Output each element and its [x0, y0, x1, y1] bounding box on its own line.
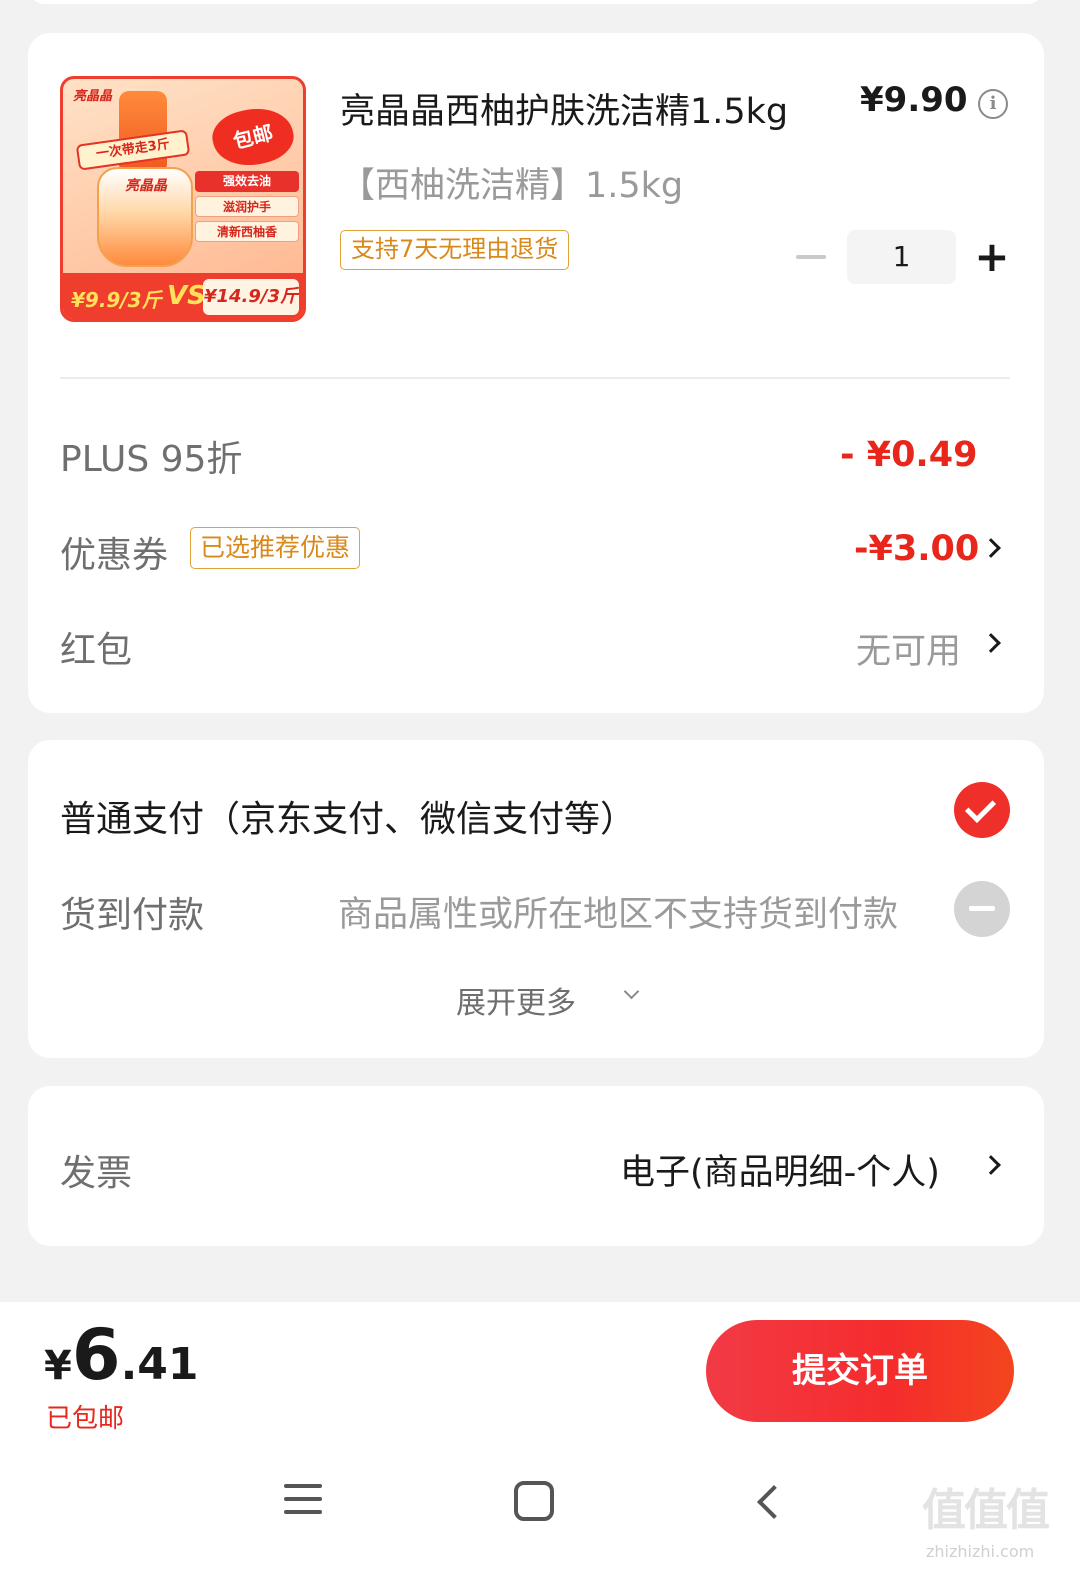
free-shipping-burst: 包邮 [207, 100, 299, 174]
menu-icon[interactable] [284, 1484, 322, 1523]
red-packet-label[interactable]: 红包 [60, 621, 132, 673]
payment-option-normal[interactable]: 普通支付（京东支付、微信支付等） [60, 790, 636, 842]
watermark-logo: 值值值 [922, 1485, 1050, 1536]
image-tag: 滋润护手 [195, 196, 299, 217]
watermark-url: zhizhizhi.com [926, 1542, 1035, 1561]
total-integer: 6 [71, 1314, 121, 1396]
checkout-bar: ¥6.41 已包邮 提交订单 值值值 zhizhizhi.com [0, 1302, 1080, 1581]
image-tag: 清新西柚香 [195, 221, 299, 242]
image-tags: 强效去油 滋润护手 清新西柚香 [195, 171, 299, 246]
product-card: 亮晶晶 亮晶晶 一次带走3斤 包邮 强效去油 滋润护手 清新西柚香 ¥9.9/3… [28, 33, 1044, 713]
quantity-input[interactable]: 1 [847, 230, 956, 284]
red-packet-value[interactable]: 无可用 [856, 623, 961, 674]
divider [60, 377, 1010, 379]
bottle-label-text: 亮晶晶 [125, 178, 167, 194]
invoice-card[interactable]: 发票 电子(商品明细-个人) [28, 1086, 1044, 1246]
image-price-right: ¥14.9/3斤 [203, 279, 299, 315]
currency-symbol: ¥ [44, 1343, 72, 1389]
total-decimal: .41 [120, 1339, 199, 1390]
image-brand-text: 亮晶晶 [73, 89, 113, 104]
disabled-circle-icon [954, 881, 1010, 937]
home-icon[interactable] [514, 1481, 554, 1521]
invoice-value[interactable]: 电子(商品明细-个人) [620, 1144, 940, 1195]
submit-order-button[interactable]: 提交订单 [706, 1320, 1014, 1422]
chevron-right-icon[interactable] [981, 1155, 1001, 1175]
chevron-right-icon[interactable] [981, 633, 1001, 653]
coupon-label[interactable]: 优惠券 [60, 526, 168, 578]
plus-discount-label: PLUS 95折 [60, 439, 243, 480]
plus-discount-value: - ¥0.49 [840, 435, 978, 475]
back-icon[interactable] [757, 1485, 791, 1519]
info-icon[interactable]: i [978, 89, 1008, 119]
payment-card: 普通支付（京东支付、微信支付等） 货到付款 商品属性或所在地区不支持货到付款 展… [28, 740, 1044, 1058]
quantity-decrease-button[interactable] [796, 255, 826, 259]
cod-unavailable-note: 商品属性或所在地区不支持货到付款 [338, 895, 899, 935]
product-image[interactable]: 亮晶晶 亮晶晶 一次带走3斤 包邮 强效去油 滋润护手 清新西柚香 ¥9.9/3… [60, 76, 306, 322]
expand-more-button[interactable]: 展开更多 [456, 978, 576, 1022]
product-price: ¥9.90 [860, 80, 968, 120]
payment-option-cod: 货到付款 [60, 895, 205, 936]
check-circle-icon[interactable] [954, 782, 1010, 838]
total-price: ¥6.41 [44, 1314, 199, 1396]
coupon-badge: 已选推荐优惠 [190, 527, 361, 569]
previous-card-edge [28, 0, 1044, 4]
chevron-right-icon[interactable] [981, 538, 1001, 558]
coupon-value[interactable]: -¥3.00 [854, 529, 979, 569]
image-tag: 强效去油 [195, 171, 299, 192]
invoice-label: 发票 [60, 1153, 133, 1194]
shipping-status: 已包邮 [46, 1404, 125, 1434]
product-title[interactable]: 亮晶晶西柚护肤洗洁精1.5kg [340, 83, 788, 134]
quantity-increase-button[interactable]: + [974, 233, 1010, 281]
image-vs: VS [167, 281, 206, 311]
chevron-down-icon[interactable] [623, 983, 640, 1000]
product-spec[interactable]: 【西柚洗洁精】1.5kg [340, 157, 683, 208]
image-price-left: ¥9.9/3斤 [71, 288, 162, 312]
image-price-strip: ¥9.9/3斤 VS ¥14.9/3斤 [63, 273, 303, 319]
return-policy-badge: 支持7天无理由退货 [340, 230, 570, 270]
